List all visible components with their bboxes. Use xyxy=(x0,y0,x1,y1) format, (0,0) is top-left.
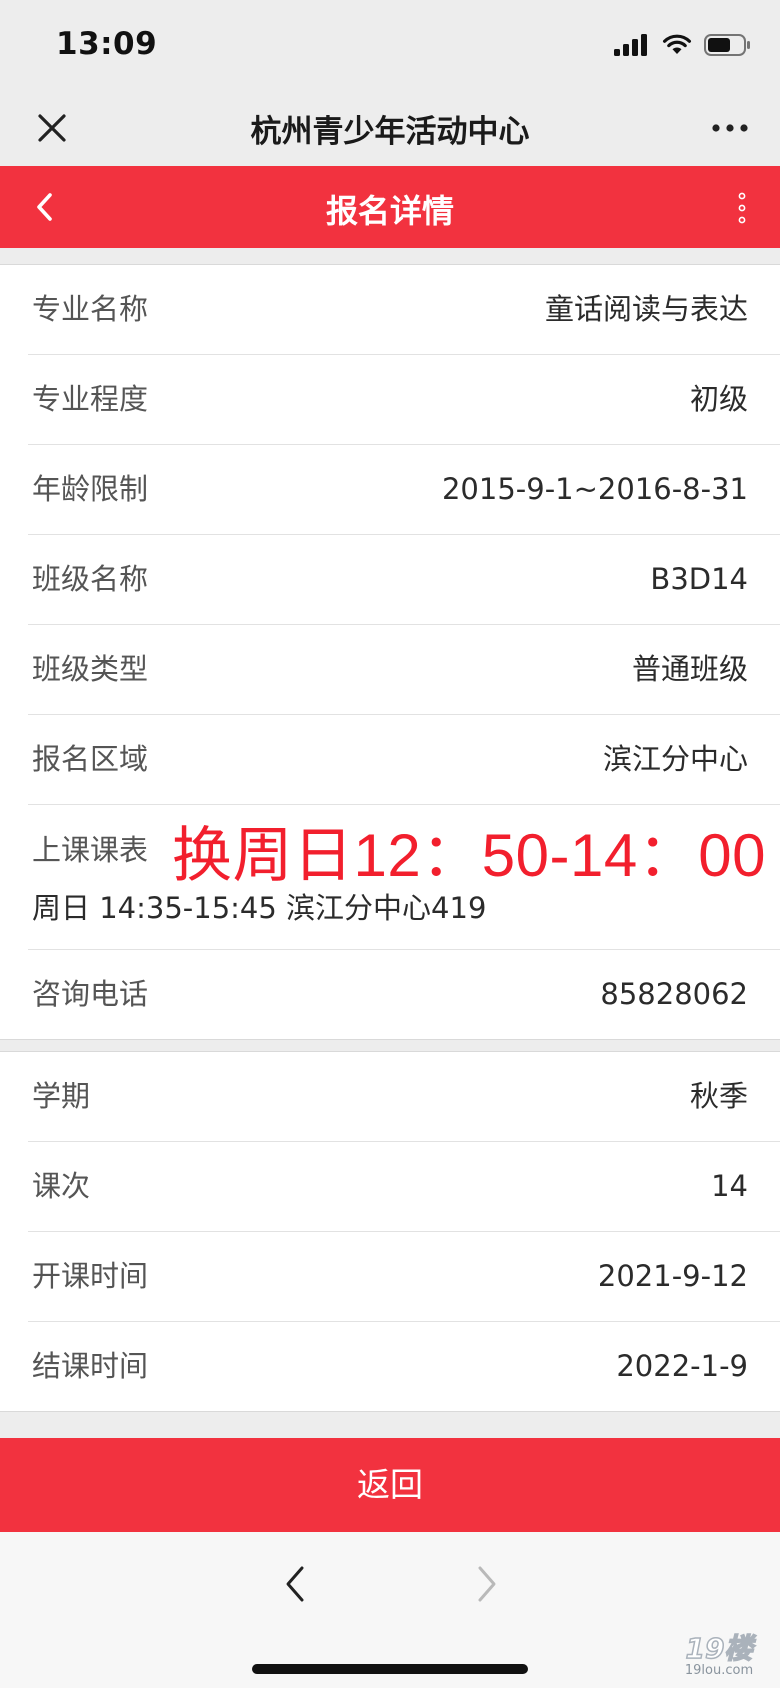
detail-row: 开课时间 2021-9-12 xyxy=(28,1232,780,1322)
browser-forward-button[interactable] xyxy=(468,1562,504,1606)
bottom-nav-bar: 19楼 19lou.com xyxy=(0,1532,780,1688)
detail-value: 初级 xyxy=(689,382,748,416)
detail-row: 课次 14 xyxy=(28,1142,780,1232)
detail-row: 班级名称 B3D14 xyxy=(28,535,780,625)
chevron-left-icon xyxy=(286,1566,304,1602)
detail-label: 报名区域 xyxy=(32,742,149,776)
battery-icon xyxy=(704,34,750,56)
home-indicator[interactable] xyxy=(252,1664,528,1674)
phone-label: 咨询电话 xyxy=(32,977,149,1011)
more-options-button[interactable] xyxy=(708,110,752,146)
status-icons xyxy=(614,32,752,58)
more-vertical-icon xyxy=(738,192,746,224)
schedule-label: 上课课表 xyxy=(32,833,149,867)
more-horizontal-icon xyxy=(712,124,748,132)
detail-label: 年龄限制 xyxy=(32,472,149,506)
page-title: 报名详情 xyxy=(325,192,454,230)
detail-value: 秋季 xyxy=(689,1079,748,1113)
webview-nav-bar: 杭州青少年活动中心 xyxy=(0,90,780,166)
detail-label: 开课时间 xyxy=(32,1259,149,1293)
signal-icon xyxy=(614,34,647,56)
detail-label: 班级类型 xyxy=(32,652,149,686)
detail-value: 2015-9-1~2016-8-31 xyxy=(441,472,748,506)
webview-title: 杭州青少年活动中心 xyxy=(250,114,530,150)
term-details-section: 学期 秋季 课次 14 开课时间 2021-9-12 结课时间 2022-1-9 xyxy=(0,1051,780,1412)
chevron-right-icon xyxy=(478,1566,496,1602)
return-button[interactable]: 返回 xyxy=(0,1438,780,1532)
detail-value: 童话阅读与表达 xyxy=(544,292,748,326)
wifi-icon xyxy=(663,34,691,54)
watermark-logo: 19楼 19lou.com xyxy=(684,1632,754,1678)
status-time: 13:09 xyxy=(56,26,158,62)
detail-row: 专业程度 初级 xyxy=(28,355,780,445)
detail-row: 专业名称 童话阅读与表达 xyxy=(28,265,780,355)
detail-label: 专业程度 xyxy=(32,382,149,416)
detail-row: 结课时间 2022-1-9 xyxy=(28,1322,780,1411)
course-details-section: 专业名称 童话阅读与表达 专业程度 初级 年龄限制 2015-9-1~2016-… xyxy=(0,264,780,1040)
detail-value: 14 xyxy=(711,1169,748,1203)
phone-value[interactable]: 85828062 xyxy=(600,950,748,1039)
page-header: 报名详情 xyxy=(0,166,780,248)
detail-row: 学期 秋季 xyxy=(28,1052,780,1142)
browser-back-button[interactable] xyxy=(278,1562,314,1606)
schedule-detail: 周日 14:35-15:45 滨江分中心419 xyxy=(32,891,487,925)
schedule-change-annotation: 换周日12：50-14：00 xyxy=(172,822,766,889)
detail-value: 滨江分中心 xyxy=(602,742,748,776)
detail-value: 2022-1-9 xyxy=(616,1349,748,1383)
detail-row: 班级类型 普通班级 xyxy=(28,625,780,715)
header-menu-button[interactable] xyxy=(734,188,750,228)
detail-label: 班级名称 xyxy=(32,562,149,596)
schedule-row: 上课课表 换周日12：50-14：00 周日 14:35-15:45 滨江分中心… xyxy=(28,805,780,950)
phone-row: 咨询电话 85828062 xyxy=(28,950,780,1039)
detail-value: B3D14 xyxy=(650,562,748,596)
detail-row: 报名区域 滨江分中心 xyxy=(28,715,780,805)
detail-row: 年龄限制 2015-9-1~2016-8-31 xyxy=(28,445,780,535)
detail-label: 专业名称 xyxy=(32,292,149,326)
detail-label: 课次 xyxy=(32,1169,91,1203)
status-bar: 13:09 xyxy=(0,0,780,90)
detail-label: 结课时间 xyxy=(32,1349,149,1383)
detail-label: 学期 xyxy=(32,1079,91,1113)
watermark-main-text: 19楼 xyxy=(685,1632,753,1665)
detail-value: 2021-9-12 xyxy=(597,1259,748,1293)
detail-value: 普通班级 xyxy=(631,652,748,686)
watermark-sub-text: 19lou.com xyxy=(684,1663,754,1678)
